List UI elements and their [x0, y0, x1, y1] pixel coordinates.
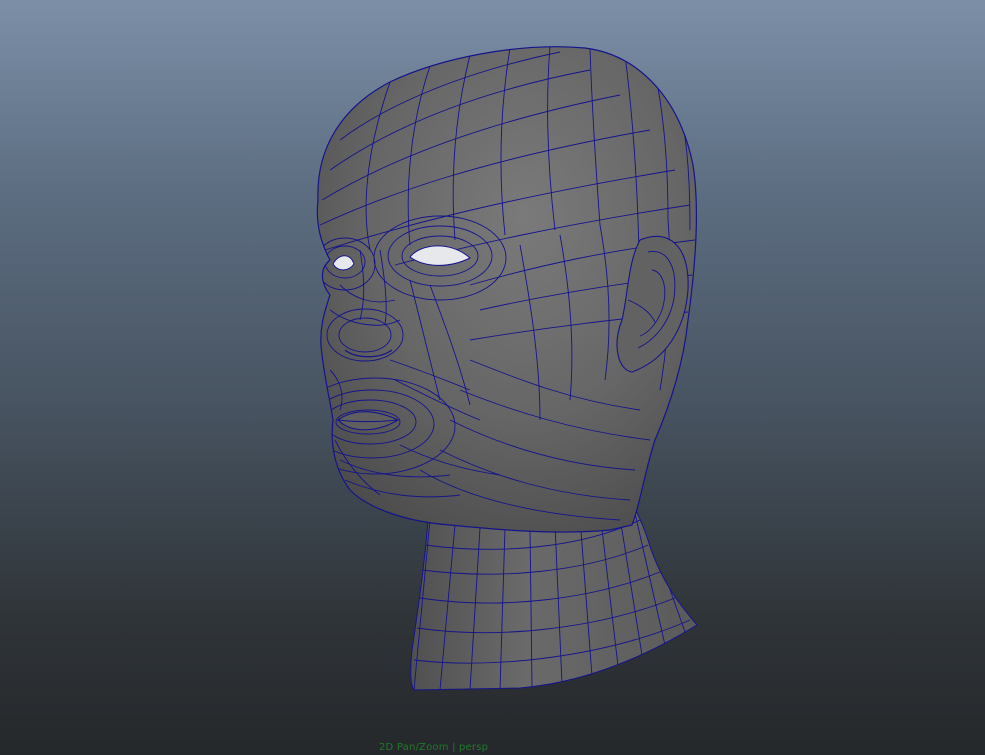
- head-mesh[interactable]: [295, 46, 697, 533]
- viewport-scene[interactable]: [0, 0, 985, 755]
- viewport-status-label: 2D Pan/Zoom | persp: [379, 742, 489, 753]
- 3d-viewport[interactable]: 2D Pan/Zoom | persp: [0, 0, 985, 755]
